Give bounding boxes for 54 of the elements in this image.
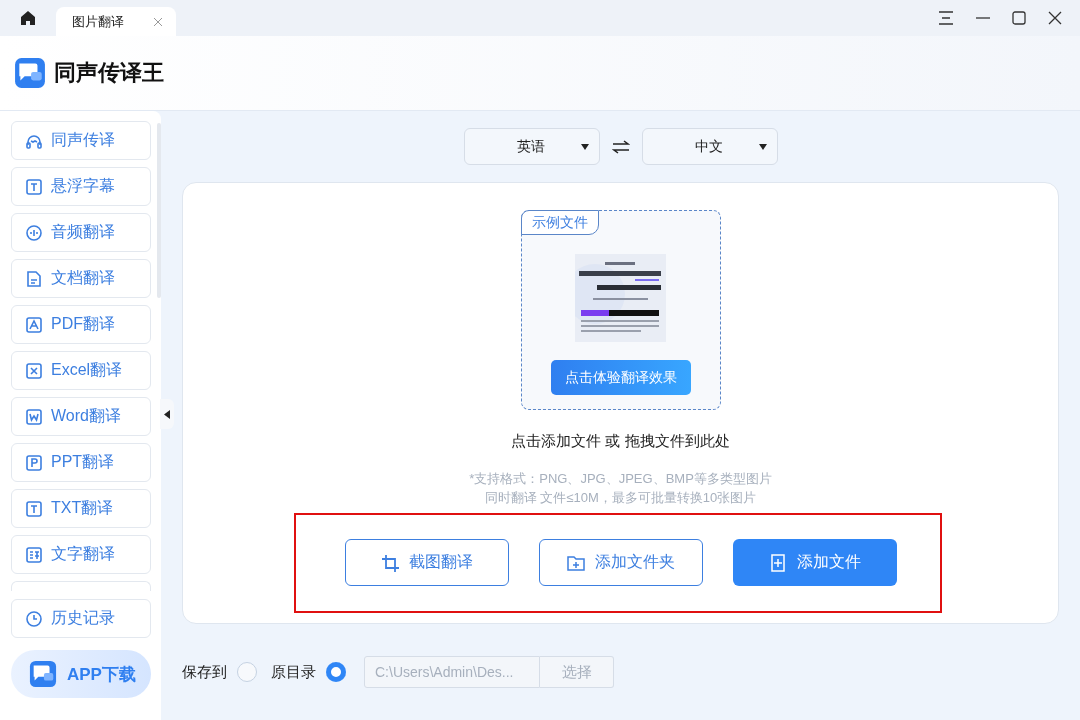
translate-icon — [25, 545, 43, 564]
radio-button[interactable] — [326, 662, 346, 682]
pdf-icon — [25, 315, 43, 334]
format-note: 同时翻译 文件≤10M，最多可批量转换10张图片 — [483, 489, 758, 507]
menu-icon[interactable] — [938, 11, 954, 25]
maximize-icon[interactable] — [1012, 11, 1026, 25]
source-language-select[interactable]: 英语 — [463, 128, 600, 165]
target-language-select[interactable]: 中文 — [641, 128, 778, 165]
excel-icon — [25, 361, 43, 380]
txt-icon — [25, 499, 43, 518]
folder-plus-icon — [566, 553, 585, 572]
drop-hint-text: 点击添加文件 或 拖拽文件到此处 — [511, 432, 730, 451]
radio-button[interactable] — [237, 662, 257, 682]
sidebar-item[interactable]: 悬浮字幕 — [11, 167, 151, 206]
action-button[interactable]: 添加文件夹 — [538, 539, 703, 586]
collapse-handle[interactable] — [160, 399, 174, 429]
dropdown-icon — [758, 143, 767, 150]
triangle-left-icon — [164, 409, 170, 419]
tab[interactable]: 图片翻译 — [56, 7, 176, 36]
app-title: 同声传译王 — [54, 59, 164, 87]
sidebar-item[interactable]: 文字翻译 — [11, 535, 151, 574]
sidebar-item[interactable]: 同声传译 — [11, 121, 151, 160]
upload-card[interactable]: 示例文件 点击体验翻译效果 点击添加文件 或 拖拽文件到此处 *支持格式：PNG、JPG、JPEG、BMP等多类型图片 同时翻译 文件≤10M，最多可批量转换10张图片 截图翻译 添加文件夹 添加文件 — [182, 182, 1059, 624]
swap-icon[interactable] — [611, 139, 630, 154]
crop-icon — [380, 553, 399, 572]
sidebar-item[interactable]: TXT翻译 — [11, 489, 151, 528]
text-icon — [25, 177, 43, 196]
home-icon[interactable] — [20, 10, 36, 26]
sidebar-item[interactable]: PDF翻译 — [11, 305, 151, 344]
format-note: *支持格式：PNG、JPG、JPEG、BMP等多类型图片 — [469, 470, 772, 488]
action-button[interactable]: 添加文件 — [732, 539, 897, 586]
sidebar-item[interactable]: Word翻译 — [11, 397, 151, 436]
sidebar-item[interactable]: 音频翻译 — [11, 213, 151, 252]
ppt-icon — [25, 453, 43, 472]
app-download-button[interactable]: APP下载 — [11, 650, 151, 698]
sidebar-item[interactable]: PPT翻译 — [11, 443, 151, 482]
radio-label: 原目录 — [271, 662, 316, 682]
try-translation-button[interactable]: 点击体验翻译效果 — [550, 360, 691, 395]
action-button[interactable]: 截图翻译 — [344, 539, 509, 586]
sample-file-panel[interactable]: 示例文件 点击体验翻译效果 — [520, 210, 721, 410]
sidebar-item[interactable]: Excel翻译 — [11, 351, 151, 390]
sidebar-item[interactable]: 历史记录 — [11, 599, 151, 638]
dropdown-icon — [580, 143, 589, 150]
radio-label: 保存到 — [182, 662, 227, 682]
word-icon — [25, 407, 43, 426]
file-plus-icon — [768, 553, 787, 572]
clock-icon — [25, 609, 43, 628]
close-icon[interactable] — [1048, 11, 1062, 25]
sidebar-item[interactable]: 文档翻译 — [11, 259, 151, 298]
app-logo-icon — [14, 57, 46, 89]
sample-file-tag: 示例文件 — [520, 210, 599, 235]
app-logo-icon — [29, 660, 57, 688]
document-icon — [25, 269, 43, 288]
audio-icon — [25, 223, 43, 242]
